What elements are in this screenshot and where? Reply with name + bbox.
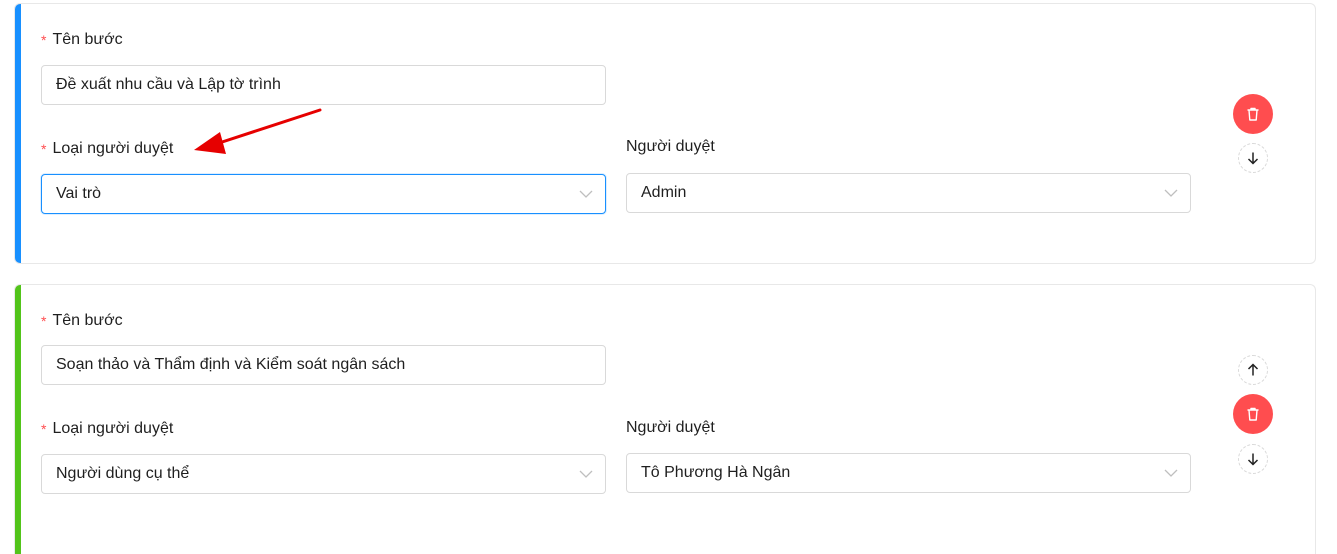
step-name-input[interactable]: Đề xuất nhu cầu và Lập tờ trình — [41, 65, 606, 105]
approver-type-value: Người dùng cụ thể — [56, 465, 190, 482]
step-accent-bar — [15, 4, 21, 263]
move-down-button[interactable] — [1238, 143, 1268, 173]
approver-type-value: Vai trò — [56, 185, 102, 202]
annotation-arrow-icon — [194, 108, 322, 154]
approver-type-label: * Loại người duyệt — [41, 420, 174, 437]
trash-icon — [1247, 107, 1259, 121]
chevron-down-icon — [1164, 189, 1178, 197]
move-down-button[interactable] — [1238, 444, 1268, 474]
chevron-down-icon — [579, 470, 593, 478]
approver-type-select[interactable]: Người dùng cụ thể — [41, 454, 606, 494]
approver-type-label: * Loại người duyệt — [41, 140, 174, 157]
step-name-label: * Tên bước — [41, 31, 123, 48]
trash-icon — [1247, 407, 1259, 421]
required-mark: * — [41, 313, 47, 329]
required-mark: * — [41, 421, 47, 437]
step-name-input[interactable]: Soạn thảo và Thẩm định và Kiểm soát ngân… — [41, 345, 606, 385]
arrow-up-icon — [1247, 363, 1259, 376]
required-mark: * — [41, 32, 47, 48]
step-accent-bar — [15, 285, 21, 554]
approval-step-card-2: * Tên bước Soạn thảo và Thẩm định và Kiểm… — [14, 284, 1316, 554]
delete-step-button[interactable] — [1233, 394, 1273, 434]
arrow-down-icon — [1247, 453, 1259, 466]
approver-value: Tô Phương Hà Ngân — [641, 464, 791, 481]
required-mark: * — [41, 141, 47, 157]
approver-value: Admin — [641, 184, 687, 201]
step-name-label: * Tên bước — [41, 312, 123, 329]
arrow-down-icon — [1247, 152, 1259, 165]
approver-label: Người duyệt — [626, 138, 715, 155]
approver-type-select[interactable]: Vai trò — [41, 174, 606, 214]
move-up-button[interactable] — [1238, 355, 1268, 385]
approver-select[interactable]: Admin — [626, 173, 1191, 213]
approver-select[interactable]: Tô Phương Hà Ngân — [626, 453, 1191, 493]
delete-step-button[interactable] — [1233, 94, 1273, 134]
approver-label: Người duyệt — [626, 419, 715, 436]
chevron-down-icon — [1164, 469, 1178, 477]
chevron-down-icon — [579, 190, 593, 198]
